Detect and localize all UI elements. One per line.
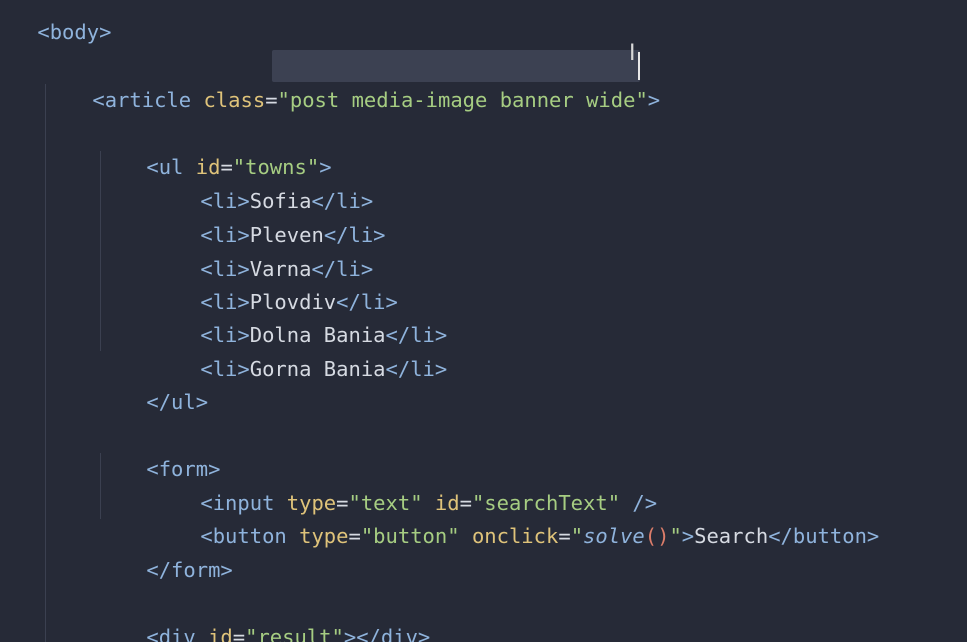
- onclick-quote-open: ": [570, 524, 584, 548]
- onclick-quote-close: ": [669, 524, 682, 548]
- div-eq: =: [232, 625, 246, 642]
- button-type-attr: type: [299, 524, 349, 548]
- li-close-tag: </li>: [385, 357, 448, 381]
- button-open-tag-end: >: [681, 524, 695, 548]
- code-editor[interactable]: <body> <article class="post media-image …: [0, 0, 967, 642]
- code-line-button[interactable]: <button type="button" onclick="solve()">…: [151, 485, 879, 548]
- button-onclick-eq: =: [558, 524, 571, 548]
- article-open-tag: <article: [92, 88, 192, 112]
- div-open-tag-end: >: [343, 625, 357, 642]
- div-id-attr: id: [208, 625, 233, 642]
- code-line-li[interactable]: <li>Gorna Bania</li>: [151, 318, 447, 381]
- code-line-li[interactable]: <li>Plovdiv</li>: [151, 251, 398, 314]
- ul-close-tag: </ul>: [146, 390, 209, 414]
- text-caret: [638, 52, 640, 80]
- code-line-article-open[interactable]: <article class="post media-image banner …: [43, 49, 660, 112]
- code-line-li[interactable]: <li>Varna</li>: [151, 218, 373, 281]
- code-line-li[interactable]: <li>Sofia</li>: [151, 150, 373, 213]
- article-class-value: "post media-image banner wide": [277, 88, 648, 112]
- article-open-tag-end: >: [647, 88, 661, 112]
- li-text: Gorna Bania: [249, 357, 386, 381]
- div-id-value: "result": [245, 625, 344, 642]
- button-type-value: "button": [360, 524, 460, 548]
- onclick-parens: (): [644, 524, 670, 548]
- button-close-tag: </button>: [768, 524, 880, 548]
- form-close-tag: </form>: [146, 558, 233, 582]
- code-line-div[interactable]: <div id="result"></div>: [97, 586, 430, 642]
- button-onclick-attr: onclick: [471, 524, 559, 548]
- onclick-function-name: solve: [583, 524, 645, 548]
- div-close-tag: </div>: [356, 625, 431, 642]
- code-line-form-close[interactable]: </form>: [97, 519, 232, 582]
- text-cursor-ibeam-icon: I: [629, 41, 636, 66]
- article-eq: =: [265, 88, 278, 112]
- code-line-ul-open[interactable]: <ul id="towns">: [97, 116, 331, 179]
- div-open-tag: <div: [146, 625, 196, 642]
- code-line-form-open[interactable]: <form>: [97, 418, 220, 481]
- code-line-li[interactable]: <li>Pleven</li>: [151, 184, 385, 247]
- indent-guide-article: [45, 84, 46, 642]
- button-type-eq: =: [348, 524, 361, 548]
- code-line-ul-close[interactable]: </ul>: [97, 351, 208, 414]
- button-text: Search: [694, 524, 769, 548]
- code-line-body[interactable]: <body>: [0, 0, 111, 44]
- body-tag: <body>: [37, 20, 112, 44]
- code-line-input[interactable]: <input type="text" id="searchText" />: [151, 452, 657, 515]
- article-class-attr: class: [203, 88, 266, 112]
- code-line-li[interactable]: <li>Dolna Bania</li>: [151, 284, 447, 347]
